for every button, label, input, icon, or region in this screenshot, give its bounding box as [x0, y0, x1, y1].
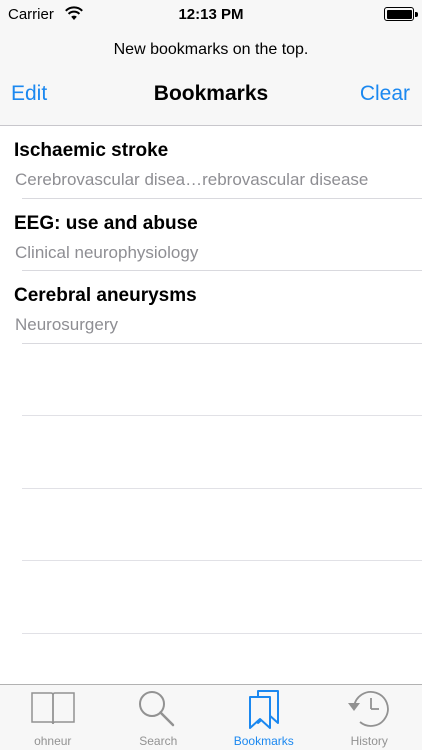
- tab-ohneur[interactable]: ohneur: [0, 685, 106, 750]
- empty-row-separator: [0, 344, 422, 417]
- tab-search[interactable]: Search: [106, 685, 212, 750]
- tab-bar: ohneur Search Bookmarks History: [0, 684, 422, 750]
- tab-history[interactable]: History: [317, 685, 422, 750]
- bookmark-title: Cerebral aneurysms: [14, 285, 197, 306]
- bookmark-subtitle: Neurosurgery: [15, 315, 118, 334]
- bookmark-subtitle: Cerebrovascular disea…rebrovascular dise…: [15, 170, 369, 189]
- navigation-bar: New bookmarks on the top. Edit Bookmarks…: [0, 30, 422, 126]
- tab-label: ohneur: [34, 734, 72, 748]
- bookmark-subtitle: Clinical neurophysiology: [15, 242, 199, 262]
- clear-button[interactable]: Clear: [360, 82, 410, 106]
- bookmarks-hint: New bookmarks on the top.: [113, 41, 309, 58]
- tab-label: Bookmarks: [233, 734, 294, 748]
- status-bar: Carrier 12:13 PM: [0, 0, 422, 30]
- page-title: Bookmarks: [153, 82, 269, 105]
- clock-icon: [348, 691, 389, 727]
- tab-label: Search: [139, 734, 178, 748]
- book-icon: [31, 692, 75, 725]
- tab-label: History: [350, 734, 388, 748]
- empty-row-separator: [0, 561, 422, 634]
- magnifier-icon: [139, 691, 175, 727]
- bookmark-row[interactable]: Ischaemic stroke Cerebrovascular disea…r…: [0, 126, 422, 199]
- empty-row-separator: [0, 489, 422, 562]
- bookmarks-icon: [248, 690, 279, 729]
- bookmark-title: EEG: use and abuse: [14, 212, 198, 234]
- empty-row-separator: [0, 416, 422, 489]
- clock-time: 12:13 PM: [178, 6, 244, 23]
- bookmark-row[interactable]: EEG: use and abuse Clinical neurophysiol…: [0, 199, 422, 272]
- battery-icon: [384, 7, 418, 21]
- bookmarks-list: Ischaemic stroke Cerebrovascular disea…r…: [0, 126, 422, 634]
- edit-button[interactable]: Edit: [11, 82, 47, 106]
- bookmark-row[interactable]: Cerebral aneurysms Neurosurgery: [0, 271, 422, 344]
- tab-bookmarks[interactable]: Bookmarks: [211, 685, 317, 750]
- bookmark-title: Ischaemic stroke: [14, 140, 169, 161]
